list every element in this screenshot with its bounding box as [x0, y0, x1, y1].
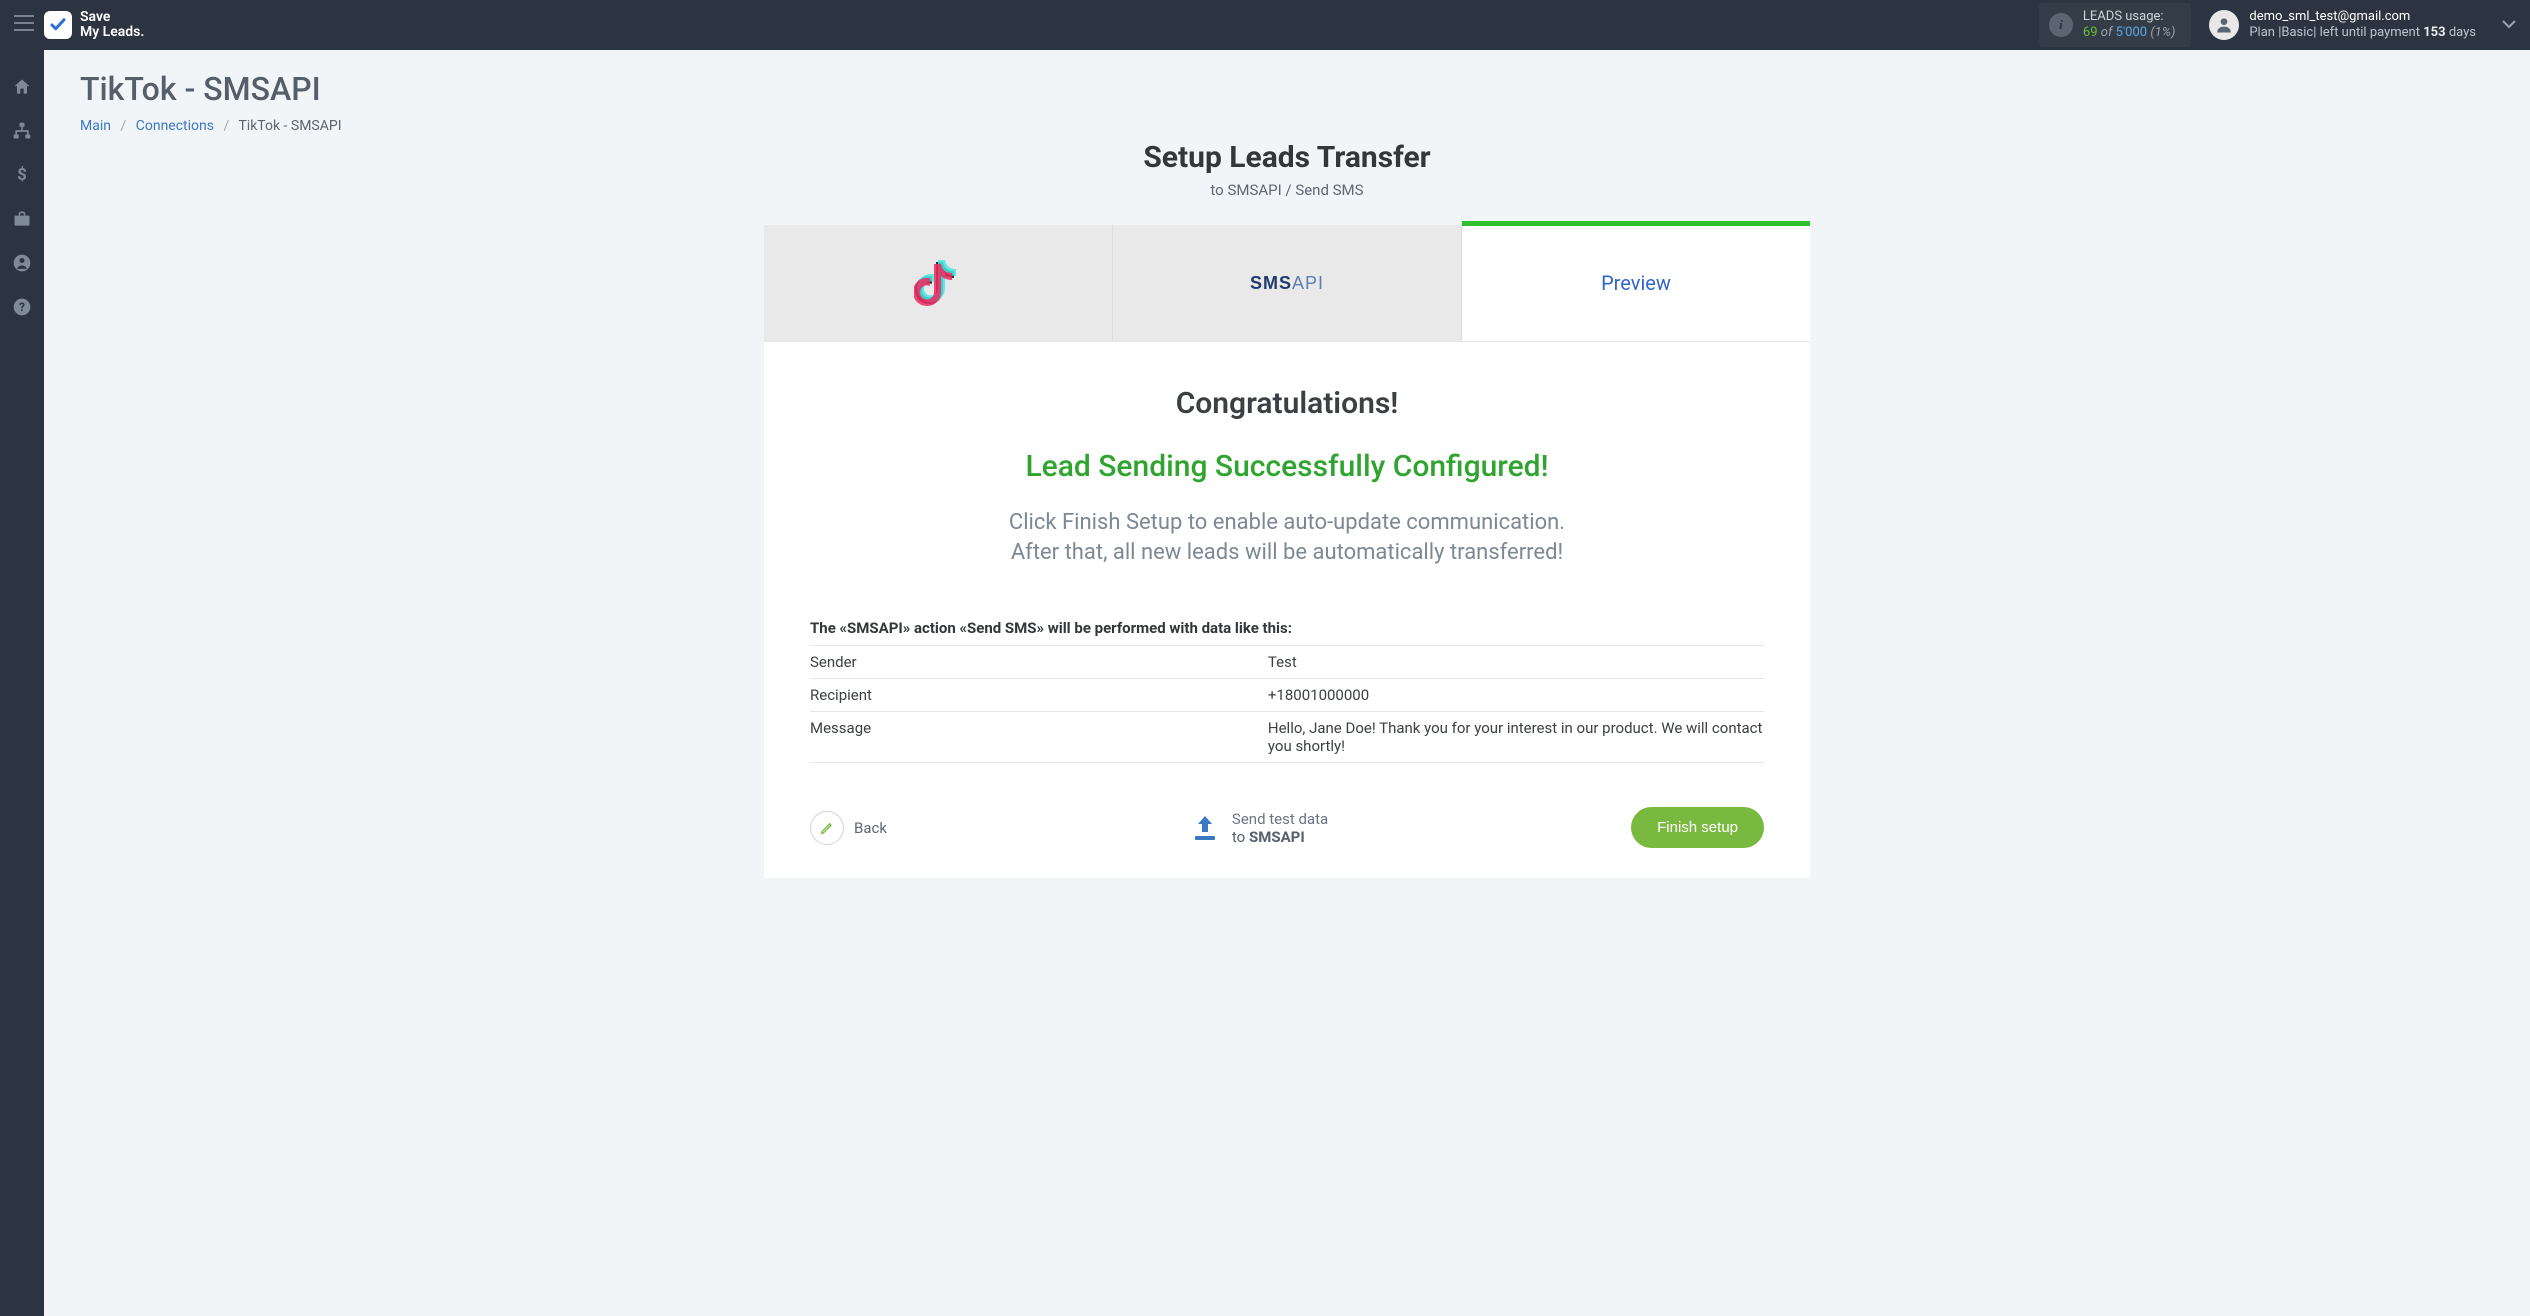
field-label: Sender: [810, 646, 1268, 679]
account-icon[interactable]: [11, 252, 33, 274]
billing-icon[interactable]: $: [11, 164, 33, 186]
congrats-success: Lead Sending Successfully Configured!: [810, 449, 1764, 484]
brand-text: Save My Leads.: [80, 10, 144, 39]
field-value: Hello, Jane Doe! Thank you for your inte…: [1268, 712, 1764, 763]
congrats-title: Congratulations!: [810, 386, 1764, 421]
hamburger-menu-icon[interactable]: [14, 15, 34, 35]
info-icon: i: [2049, 13, 2073, 37]
field-label: Recipient: [810, 679, 1268, 712]
send-test-line1: Send test data: [1232, 810, 1328, 828]
preview-table: Sender Test Recipient +18001000000 Messa…: [810, 645, 1764, 763]
user-plan: Plan |Basic| left until payment 153 days: [2249, 25, 2476, 41]
send-test-button[interactable]: Send test data to SMSAPI: [1190, 810, 1328, 846]
table-row: Sender Test: [810, 646, 1764, 679]
send-test-line2: to SMSAPI: [1232, 828, 1328, 846]
left-sidebar: $ ?: [0, 50, 44, 1316]
home-icon[interactable]: [11, 76, 33, 98]
wizard-tabs: SMSAPI Preview: [764, 225, 1810, 342]
smsapi-logo: SMSAPI: [1250, 273, 1324, 294]
tab-source[interactable]: [764, 225, 1113, 341]
breadcrumb-current: TikTok - SMSAPI: [238, 118, 341, 134]
leads-usage-box[interactable]: i LEADS usage: 69 of 5'000 (1%): [2039, 3, 2191, 48]
tiktok-icon: [914, 256, 962, 310]
back-button[interactable]: Back: [810, 811, 887, 845]
field-label: Message: [810, 712, 1268, 763]
back-label: Back: [854, 819, 887, 837]
page-title: TikTok - SMSAPI: [80, 70, 2494, 108]
preview-note: The «SMSAPI» action «Send SMS» will be p…: [810, 619, 1764, 637]
help-icon[interactable]: ?: [11, 296, 33, 318]
svg-text:$: $: [17, 166, 27, 185]
user-email: demo_sml_test@gmail.com: [2249, 9, 2476, 25]
chevron-down-icon[interactable]: [2502, 17, 2516, 33]
headline-subtitle: to SMSAPI / Send SMS: [80, 181, 2494, 199]
upload-icon: [1190, 814, 1220, 842]
breadcrumb-connections[interactable]: Connections: [136, 118, 214, 134]
congrats-hint: Click Finish Setup to enable auto-update…: [810, 508, 1764, 567]
user-avatar-icon: [2209, 10, 2239, 40]
pencil-icon: [810, 811, 844, 845]
user-menu[interactable]: demo_sml_test@gmail.com Plan |Basic| lef…: [2209, 9, 2476, 42]
tab-destination[interactable]: SMSAPI: [1113, 225, 1462, 341]
tab-preview[interactable]: Preview: [1462, 225, 1810, 341]
usage-numbers: 69 of 5'000 (1%): [2083, 25, 2175, 41]
brand-logo[interactable]: Save My Leads.: [44, 10, 144, 39]
headline-title: Setup Leads Transfer: [80, 140, 2494, 175]
tab-preview-label: Preview: [1601, 271, 1671, 295]
logo-icon: [44, 11, 72, 39]
briefcase-icon[interactable]: [11, 208, 33, 230]
table-row: Message Hello, Jane Doe! Thank you for y…: [810, 712, 1764, 763]
connections-icon[interactable]: [11, 120, 33, 142]
breadcrumb: Main / Connections / TikTok - SMSAPI: [80, 118, 2494, 134]
breadcrumb-main[interactable]: Main: [80, 118, 111, 134]
finish-setup-button[interactable]: Finish setup: [1631, 807, 1764, 848]
top-navbar: Save My Leads. i LEADS usage: 69 of 5'00…: [0, 0, 2530, 50]
field-value: +18001000000: [1268, 679, 1764, 712]
table-row: Recipient +18001000000: [810, 679, 1764, 712]
usage-title: LEADS usage:: [2083, 9, 2175, 25]
svg-text:?: ?: [19, 300, 25, 314]
field-value: Test: [1268, 646, 1764, 679]
